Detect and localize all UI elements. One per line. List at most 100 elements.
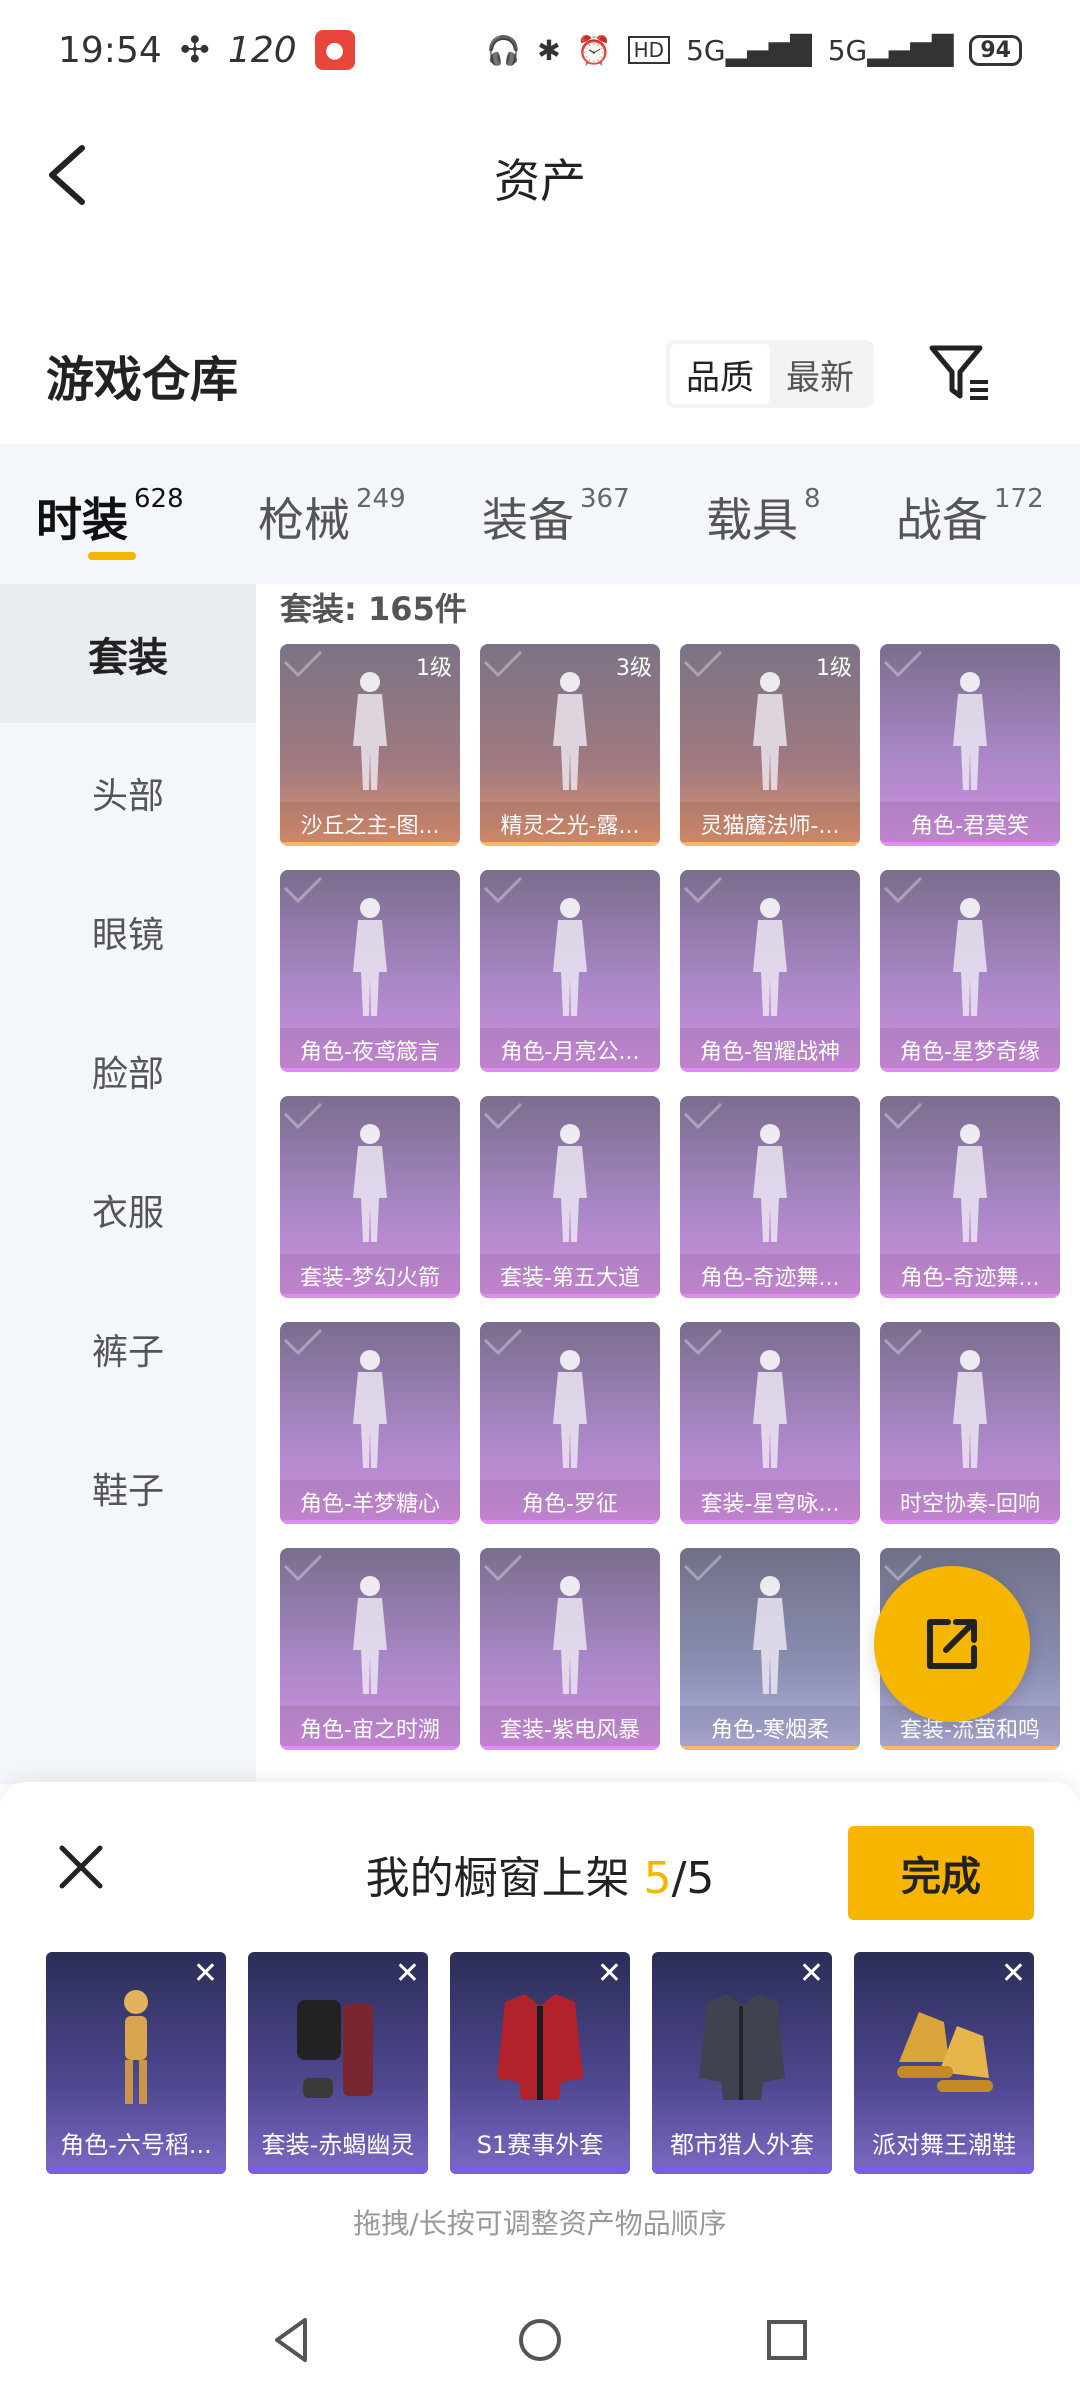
- active-tab-indicator: [88, 552, 136, 560]
- nav-home-button[interactable]: [512, 2312, 568, 2368]
- share-fab[interactable]: [874, 1566, 1030, 1722]
- rarity-stripe: [480, 1746, 660, 1750]
- asset-card[interactable]: 套装-星穹咏...: [680, 1322, 860, 1524]
- shelf-item[interactable]: ✕ S1赛事外套: [450, 1952, 630, 2174]
- side-item-clothes[interactable]: 衣服: [0, 1140, 256, 1279]
- tab-supplies[interactable]: 战备 172: [896, 484, 1044, 550]
- asset-card[interactable]: 角色-寒烟柔: [680, 1548, 860, 1750]
- rarity-stripe: [680, 1294, 860, 1298]
- shelf-item[interactable]: ✕ 派对舞王潮鞋: [854, 1952, 1034, 2174]
- bluetooth-icon: ✱: [537, 33, 561, 67]
- battery-indicator: 94: [969, 34, 1022, 66]
- tab-label: 载具: [706, 493, 798, 547]
- asset-card[interactable]: 角色-罗征: [480, 1322, 660, 1524]
- side-item-glasses[interactable]: 眼镜: [0, 862, 256, 1001]
- rarity-stripe: [680, 1746, 860, 1750]
- asset-card-name: 角色-星梦奇缘: [880, 1028, 1060, 1072]
- asset-card[interactable]: 时空协奏-回响: [880, 1322, 1060, 1524]
- shelf-item-name: 都市猎人外套: [670, 2131, 814, 2159]
- tab-firearms[interactable]: 枪械 249: [258, 484, 406, 550]
- character-figure-icon: [753, 898, 787, 1016]
- asset-card-name: 套装-紫电风暴: [480, 1706, 660, 1750]
- remove-icon[interactable]: ✕: [597, 1956, 622, 1991]
- remove-icon[interactable]: ✕: [799, 1956, 824, 1991]
- asset-card[interactable]: 3级 精灵之光-露...: [480, 644, 660, 846]
- rarity-stripe: [880, 1294, 1060, 1298]
- rarity-stripe: [652, 2166, 832, 2174]
- asset-card[interactable]: 角色-君莫笑: [880, 644, 1060, 846]
- asset-card[interactable]: 角色-羊梦糖心: [280, 1322, 460, 1524]
- sheet-count-total: /5: [671, 1853, 715, 1904]
- network-label-2: 5G: [827, 33, 868, 67]
- refresh-rate: 120: [227, 29, 297, 71]
- tab-vehicles[interactable]: 载具 8: [706, 484, 821, 550]
- tab-label: 战备: [896, 493, 988, 547]
- asset-card[interactable]: 角色-奇迹舞...: [880, 1096, 1060, 1298]
- filter-button[interactable]: [926, 340, 992, 406]
- app-notification-icon: ●: [314, 30, 355, 70]
- asset-card-name: 角色-寒烟柔: [680, 1706, 860, 1750]
- sort-latest-option[interactable]: 最新: [770, 344, 870, 404]
- sort-quality-option[interactable]: 品质: [670, 344, 770, 404]
- side-item-face[interactable]: 脸部: [0, 1001, 256, 1140]
- tab-label: 装备: [482, 493, 574, 547]
- done-button[interactable]: 完成: [848, 1826, 1034, 1920]
- level-badge: 3级: [616, 656, 652, 681]
- rarity-stripe: [280, 1294, 460, 1298]
- shelf-item-name: S1赛事外套: [476, 2131, 604, 2159]
- asset-card[interactable]: 角色-智耀战神: [680, 870, 860, 1072]
- asset-card-name: 角色-罗征: [480, 1480, 660, 1524]
- selection-check-icon: [483, 644, 523, 678]
- sheet-title-prefix: 我的橱窗上架: [365, 1853, 644, 1904]
- side-item-pants[interactable]: 裤子: [0, 1279, 256, 1418]
- rarity-stripe: [280, 1520, 460, 1524]
- selection-check-icon: [683, 1548, 723, 1582]
- character-figure-icon: [553, 898, 587, 1016]
- rarity-stripe: [880, 1068, 1060, 1072]
- headphones-icon: 🎧: [486, 33, 522, 67]
- asset-card[interactable]: 1级 沙丘之主-图...: [280, 644, 460, 846]
- nav-back-button[interactable]: [265, 2312, 321, 2368]
- shelf-item-name: 套装-赤蝎幽灵: [261, 2131, 415, 2159]
- asset-card[interactable]: 角色-奇迹舞...: [680, 1096, 860, 1298]
- asset-card-name: 角色-月亮公...: [480, 1028, 660, 1072]
- asset-card-name: 套装-第五大道: [480, 1254, 660, 1298]
- tab-fashion[interactable]: 时装 628: [36, 484, 184, 550]
- side-item-sets[interactable]: 套装: [0, 584, 256, 723]
- side-item-shoes[interactable]: 鞋子: [0, 1418, 256, 1557]
- asset-card-name: 套装-梦幻火箭: [280, 1254, 460, 1298]
- rarity-stripe: [480, 842, 660, 846]
- asset-card[interactable]: 角色-月亮公...: [480, 870, 660, 1072]
- remove-icon[interactable]: ✕: [1001, 1956, 1026, 1991]
- asset-card[interactable]: 角色-夜鸢箴言: [280, 870, 460, 1072]
- asset-card-name: 角色-智耀战神: [680, 1028, 860, 1072]
- rarity-stripe: [280, 1746, 460, 1750]
- character-figure-icon: [553, 1576, 587, 1694]
- shelf-item[interactable]: ✕ 角色-六号稻...: [46, 1952, 226, 2174]
- selection-check-icon: [283, 1322, 323, 1356]
- character-figure-icon: [353, 1350, 387, 1468]
- asset-card[interactable]: 套装-第五大道: [480, 1096, 660, 1298]
- rarity-stripe: [450, 2166, 630, 2174]
- asset-card[interactable]: 角色-宙之时溯: [280, 1548, 460, 1750]
- asset-card[interactable]: 套装-紫电风暴: [480, 1548, 660, 1750]
- rarity-stripe: [480, 1294, 660, 1298]
- side-item-head[interactable]: 头部: [0, 723, 256, 862]
- remove-icon[interactable]: ✕: [193, 1956, 218, 1991]
- shelf-item[interactable]: ✕ 都市猎人外套: [652, 1952, 832, 2174]
- remove-icon[interactable]: ✕: [395, 1956, 420, 1991]
- tab-count: 367: [580, 484, 630, 514]
- asset-card[interactable]: 套装-梦幻火箭: [280, 1096, 460, 1298]
- set-count-label: 套装: 165件: [280, 590, 467, 628]
- shelf-item[interactable]: ✕ 套装-赤蝎幽灵: [248, 1952, 428, 2174]
- asset-card[interactable]: 角色-星梦奇缘: [880, 870, 1060, 1072]
- character-figure-icon: [753, 1576, 787, 1694]
- selection-check-icon: [283, 870, 323, 904]
- nav-recents-button[interactable]: [759, 2312, 815, 2368]
- reorder-hint: 拖拽/长按可调整资产物品顺序: [353, 2207, 727, 2240]
- asset-card[interactable]: 1级 灵猫魔法师-...: [680, 644, 860, 846]
- rarity-stripe: [46, 2166, 226, 2174]
- tab-equipment[interactable]: 装备 367: [482, 484, 630, 550]
- selection-check-icon: [883, 1096, 923, 1130]
- character-figure-icon: [953, 1124, 987, 1242]
